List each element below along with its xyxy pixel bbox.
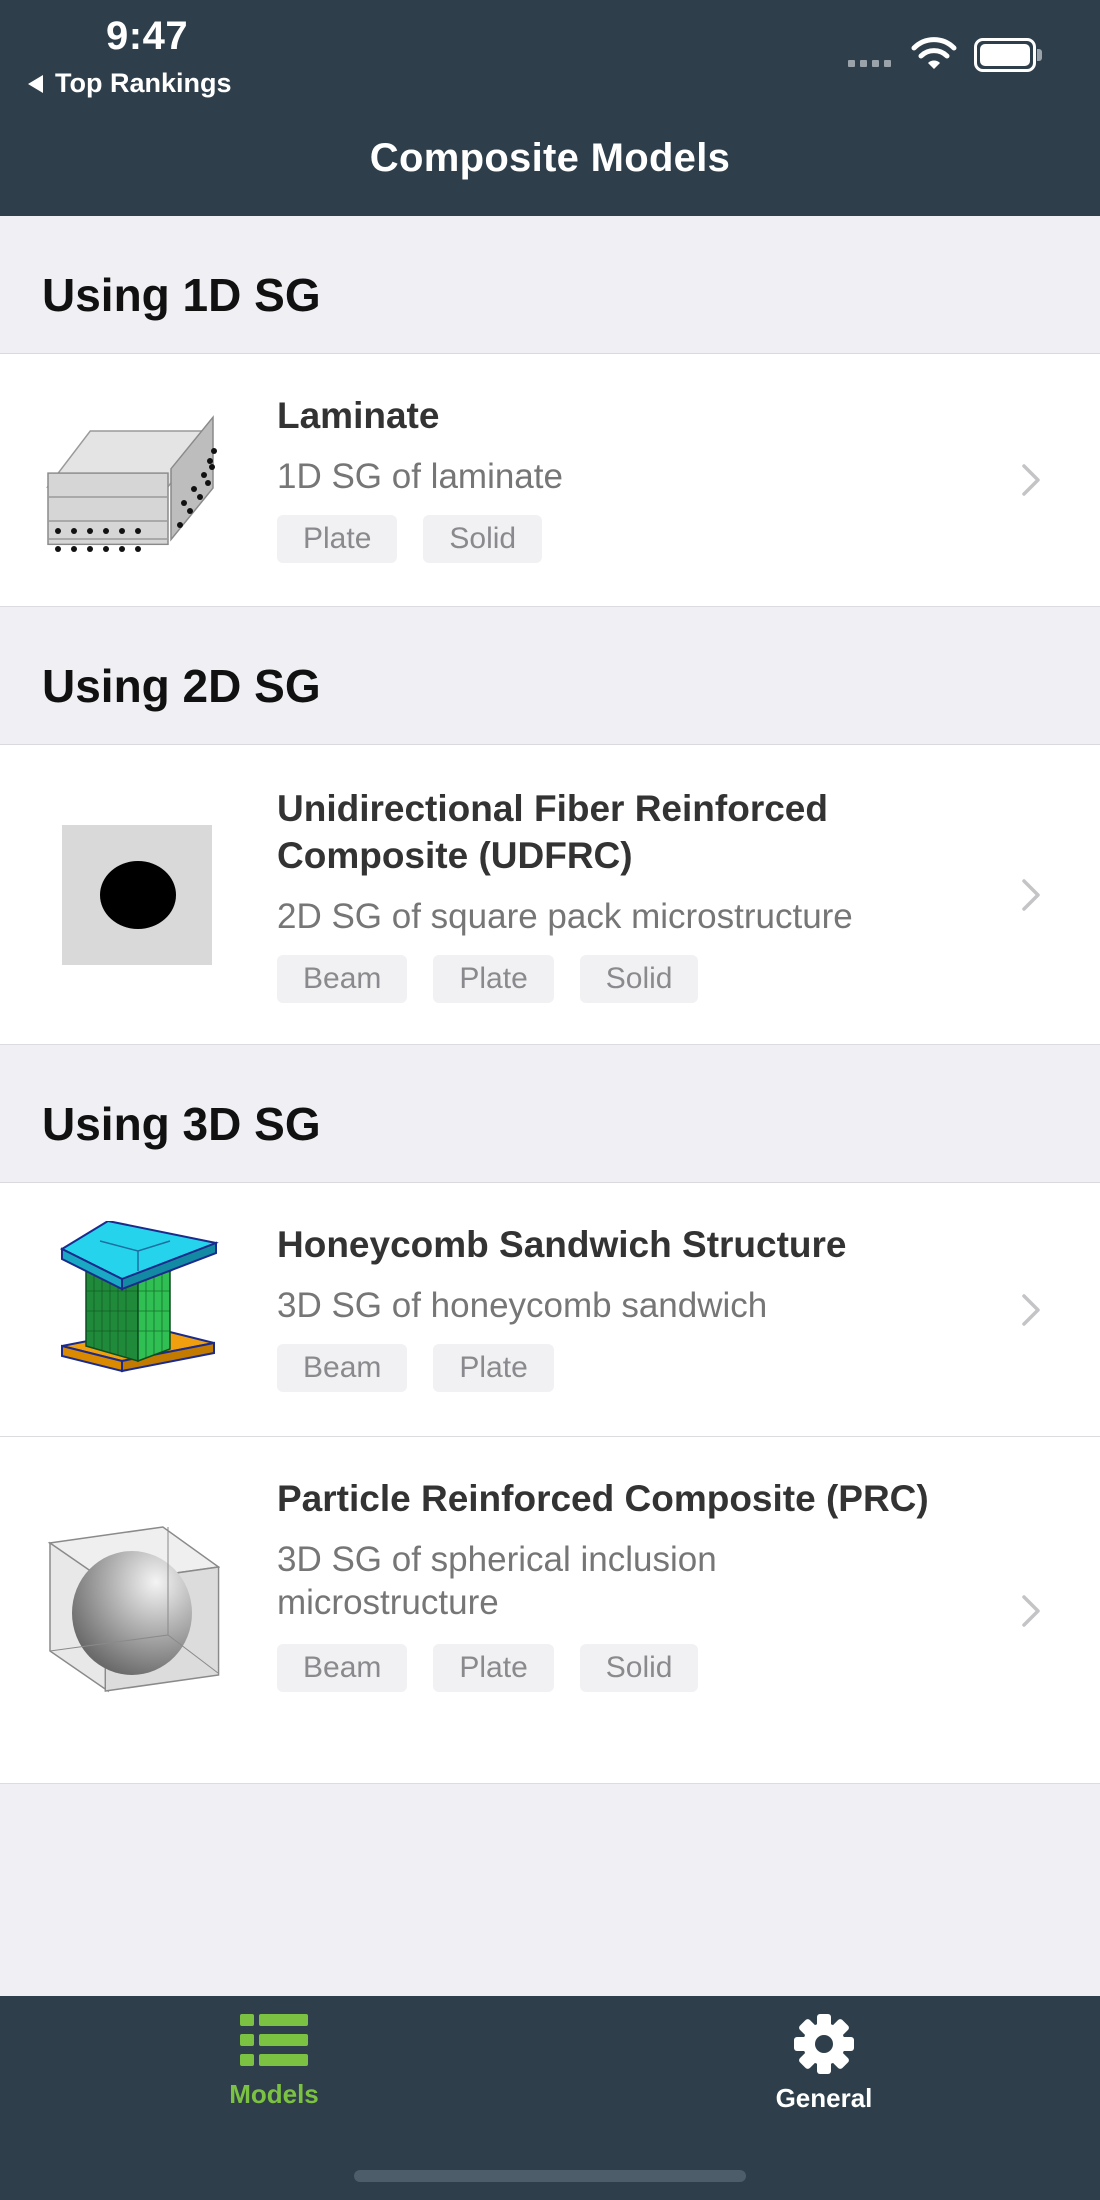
section-header-1d: Using 1D SG — [0, 216, 1100, 354]
list-item-prc[interactable]: Particle Reinforced Composite (PRC) 3D S… — [0, 1437, 1100, 1784]
list-item-laminate[interactable]: Laminate 1D SG of laminate Plate Solid — [0, 354, 1100, 607]
tag-list: Plate Solid — [277, 515, 977, 563]
list-item-honeycomb[interactable]: Honeycomb Sandwich Structure 3D SG of ho… — [0, 1183, 1100, 1437]
list-item-subtitle: 1D SG of laminate — [277, 457, 563, 496]
list-item-subtitle: 3D SG of honeycomb sandwich — [277, 1286, 768, 1325]
list-item-title: Particle Reinforced Composite (PRC) — [277, 1478, 929, 1519]
list-item-content: Laminate 1D SG of laminate Plate Solid — [277, 392, 977, 563]
section-header-3d: Using 3D SG — [0, 1045, 1100, 1183]
list-item-content: Unidirectional Fiber Reinforced Composit… — [277, 785, 997, 1003]
section-header-label: Using 2D SG — [42, 660, 321, 712]
chevron-right-icon — [1022, 1595, 1040, 1627]
page-title: Composite Models — [369, 136, 731, 180]
navigation-header: 9:47 Top Rankings Composite Models — [0, 0, 1100, 216]
tab-models[interactable]: Models — [174, 2014, 374, 2110]
chevron-right-icon — [1022, 1294, 1040, 1326]
list-item-title: Laminate — [277, 395, 440, 436]
list-item-udfrc[interactable]: Unidirectional Fiber Reinforced Composit… — [0, 745, 1100, 1045]
tab-general-label: General — [775, 2083, 873, 2113]
list-item-subtitle: 2D SG of square pack microstructure — [277, 897, 853, 936]
cellular-signal-icon — [848, 60, 891, 67]
back-arrow-icon — [28, 74, 43, 93]
home-indicator — [354, 2170, 746, 2182]
square-pack-fiber-icon — [62, 825, 212, 965]
tag-solid: Solid — [423, 515, 543, 563]
tag-plate: Plate — [433, 1344, 554, 1392]
tag-list: Beam Plate Solid — [277, 1644, 997, 1692]
section-header-label: Using 1D SG — [42, 269, 321, 321]
list-icon — [240, 2014, 308, 2066]
list-item-title: Honeycomb Sandwich Structure — [277, 1224, 847, 1265]
back-button[interactable]: Top Rankings — [28, 68, 232, 99]
laminate-icon — [46, 415, 217, 552]
tag-list: Beam Plate Solid — [277, 955, 997, 1003]
tag-plate: Plate — [433, 1644, 554, 1692]
chevron-right-icon — [1022, 464, 1040, 496]
status-time: 9:47 — [106, 14, 189, 58]
spherical-inclusion-icon — [47, 1526, 220, 1693]
tag-beam: Beam — [277, 955, 408, 1003]
chevron-right-icon — [1022, 879, 1040, 911]
list-item-content: Honeycomb Sandwich Structure 3D SG of ho… — [277, 1221, 977, 1392]
list-item-title: Unidirectional Fiber Reinforced Composit… — [277, 788, 828, 876]
back-button-label: Top Rankings — [55, 68, 232, 98]
tab-models-label: Models — [229, 2079, 319, 2109]
tab-general[interactable]: General — [724, 2014, 924, 2114]
tag-beam: Beam — [277, 1344, 408, 1392]
section-header-label: Using 3D SG — [42, 1098, 321, 1150]
section-header-2d: Using 2D SG — [0, 607, 1100, 745]
wifi-icon — [911, 37, 957, 69]
tag-list: Beam Plate — [277, 1344, 977, 1392]
list-item-content: Particle Reinforced Composite (PRC) 3D S… — [277, 1475, 997, 1692]
honeycomb-sandwich-icon — [59, 1221, 219, 1373]
list-item-subtitle: 3D SG of spherical inclusion microstruct… — [277, 1540, 717, 1622]
tag-beam: Beam — [277, 1644, 408, 1692]
tag-plate: Plate — [277, 515, 398, 563]
tag-solid: Solid — [579, 1644, 699, 1692]
tag-plate: Plate — [433, 955, 554, 1003]
tag-solid: Solid — [579, 955, 699, 1003]
gear-icon — [794, 2014, 854, 2074]
battery-icon — [974, 38, 1042, 72]
